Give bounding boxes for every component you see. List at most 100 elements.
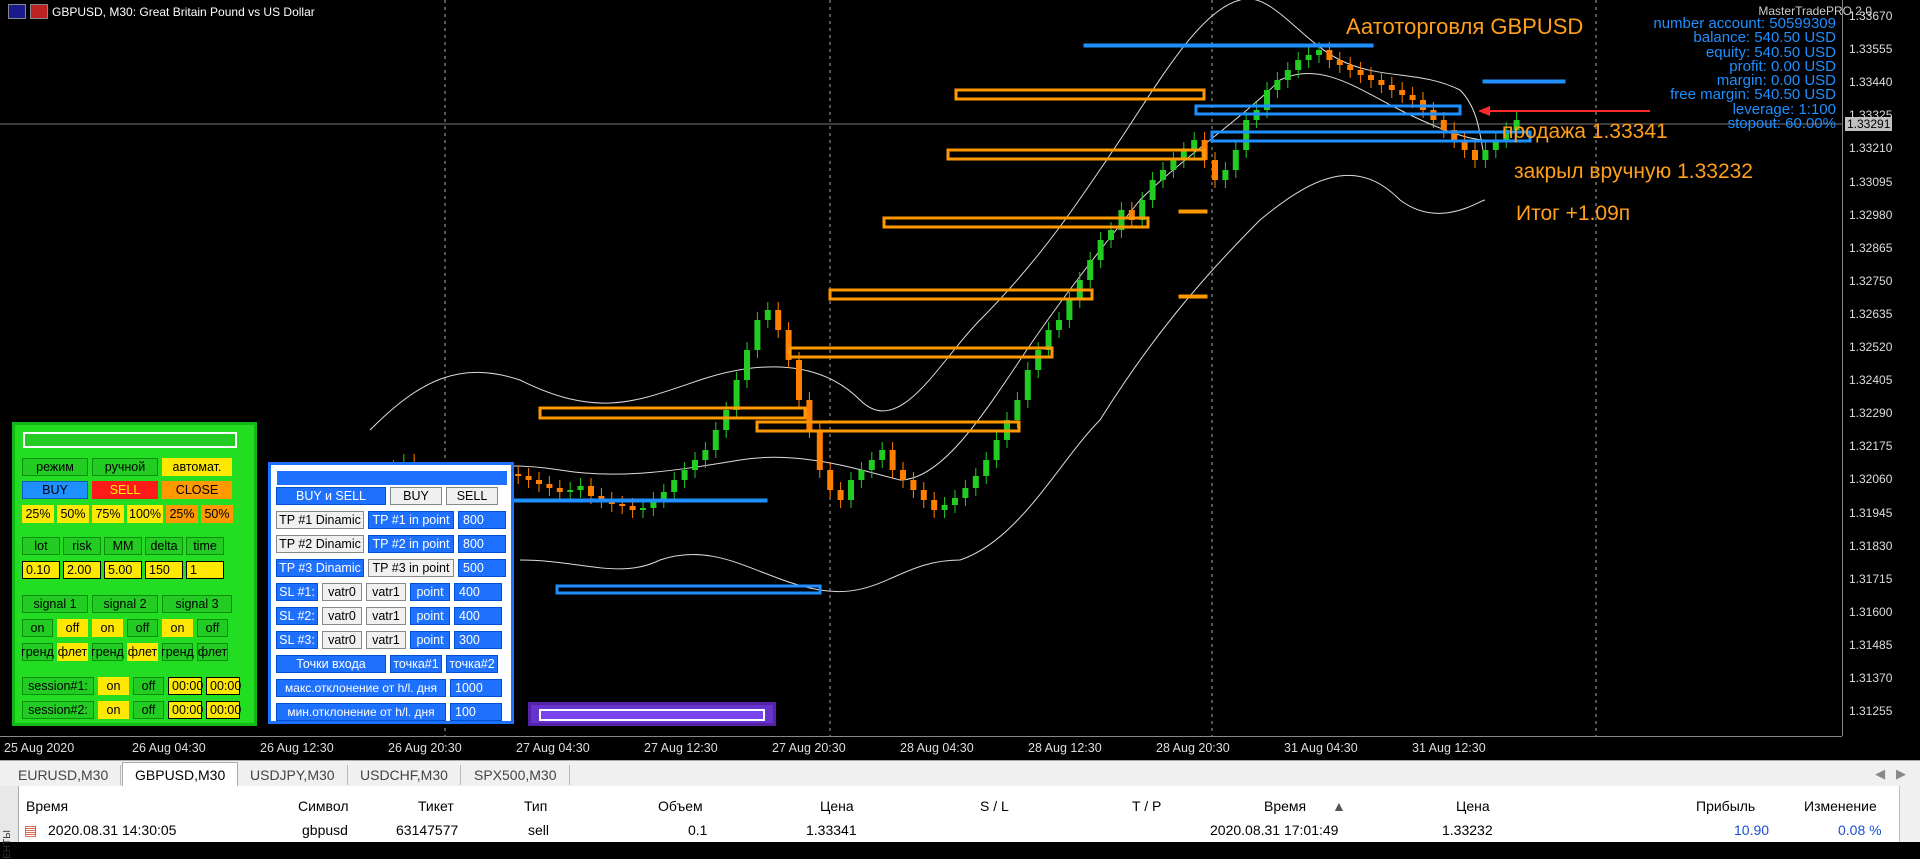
tab-spx500[interactable]: SPX500,M30 bbox=[462, 765, 570, 785]
signal-3-off-button[interactable]: off bbox=[197, 619, 228, 637]
tp3-value-input[interactable]: 500 bbox=[458, 559, 506, 577]
sl2-vatr1-button[interactable]: vatr1 bbox=[366, 607, 406, 625]
col-profit[interactable]: Прибыль bbox=[1696, 798, 1755, 814]
tp2-point-button[interactable]: TP #2 in point bbox=[368, 535, 454, 553]
mm-input[interactable]: 5.00 bbox=[104, 561, 142, 579]
tp3-point-button[interactable]: TP #3 in point bbox=[368, 559, 454, 577]
support-zone bbox=[1482, 79, 1566, 84]
entry-point-1-button[interactable]: точка#1 bbox=[390, 655, 442, 673]
close-button[interactable]: CLOSE bbox=[162, 481, 232, 499]
session-1-start-input[interactable]: 00:00 bbox=[168, 677, 203, 695]
signal-1-flat-button[interactable]: флет bbox=[57, 643, 88, 661]
support-zone bbox=[1210, 130, 1532, 143]
sell-button[interactable]: SELL bbox=[92, 481, 158, 499]
signal-3-trend-button[interactable]: гренд bbox=[161, 643, 194, 661]
mode-label: режим bbox=[22, 458, 88, 476]
col-symbol[interactable]: Символ bbox=[298, 798, 348, 814]
signal-3-on-button[interactable]: on bbox=[162, 619, 193, 637]
sl1-value-input[interactable]: 400 bbox=[454, 583, 502, 601]
cell-ticket: 63147577 bbox=[396, 822, 459, 838]
pct-75-button[interactable]: 75% bbox=[92, 505, 124, 523]
col-tp[interactable]: T / P bbox=[1132, 798, 1161, 814]
close-pct-50-button[interactable]: 50% bbox=[201, 505, 233, 523]
lot-input[interactable]: 0.10 bbox=[22, 561, 60, 579]
pct-100-button[interactable]: 100% bbox=[127, 505, 163, 523]
signal-2-on-button[interactable]: on bbox=[92, 619, 123, 637]
signal-1-trend-button[interactable]: гренд bbox=[21, 643, 54, 661]
pct-25-button[interactable]: 25% bbox=[22, 505, 54, 523]
sl3-vatr0-button[interactable]: vatr0 bbox=[322, 631, 362, 649]
lot-label: lot bbox=[22, 537, 60, 555]
col-change[interactable]: Изменение bbox=[1804, 798, 1877, 814]
buy-only-button[interactable]: BUY bbox=[390, 487, 442, 505]
signal-3-flat-button[interactable]: флет bbox=[197, 643, 228, 661]
manual-mode-button[interactable]: ручной bbox=[92, 458, 158, 476]
col-ticket[interactable]: Тикет bbox=[418, 798, 454, 814]
session-1-off-button[interactable]: off bbox=[133, 677, 164, 695]
session-1-on-button[interactable]: on bbox=[98, 677, 129, 695]
candle-body bbox=[525, 476, 532, 480]
tp2-dynamic-button[interactable]: TP #2 Dinamic bbox=[276, 535, 364, 553]
table-scrollbar[interactable] bbox=[1899, 786, 1920, 842]
delta-input[interactable]: 150 bbox=[145, 561, 183, 579]
tab-scroll-arrows[interactable]: ◀ ▶ bbox=[1875, 766, 1906, 782]
signal-2-trend-button[interactable]: гренд bbox=[91, 643, 124, 661]
tp1-dynamic-button[interactable]: TP #1 Dinamic bbox=[276, 511, 364, 529]
panel-title-bar[interactable] bbox=[277, 471, 507, 485]
tp1-point-button[interactable]: TP #1 in point bbox=[368, 511, 454, 529]
time-tick: 25 Aug 2020 bbox=[4, 741, 75, 755]
col-open-time[interactable]: Время bbox=[26, 798, 68, 814]
tab-eurusd[interactable]: EURUSD,M30 bbox=[6, 765, 122, 785]
sl2-point-button[interactable]: point bbox=[410, 607, 450, 625]
session-2-end-input[interactable]: 00:00 bbox=[206, 701, 241, 719]
col-close-time[interactable]: Время bbox=[1264, 798, 1306, 814]
sell-only-button[interactable]: SELL bbox=[446, 487, 498, 505]
sl1-point-button[interactable]: point bbox=[410, 583, 450, 601]
tp3-dynamic-button[interactable]: TP #3 Dinamic bbox=[276, 559, 364, 577]
table-row[interactable]: ▤ 2020.08.31 14:30:05 gbpusd 63147577 se… bbox=[18, 818, 1900, 842]
signal-2-flat-button[interactable]: флет bbox=[127, 643, 158, 661]
candle-body bbox=[1326, 50, 1333, 60]
sl2-vatr0-button[interactable]: vatr0 bbox=[322, 607, 362, 625]
time-input[interactable]: 1 bbox=[186, 561, 224, 579]
session-2-on-button[interactable]: on bbox=[98, 701, 129, 719]
col-sl[interactable]: S / L bbox=[980, 798, 1009, 814]
col-volume[interactable]: Объем bbox=[658, 798, 703, 814]
tp2-value-input[interactable]: 800 bbox=[458, 535, 506, 553]
signal-1-on-button[interactable]: on bbox=[22, 619, 53, 637]
panel-title-bar[interactable] bbox=[23, 432, 237, 448]
risk-input[interactable]: 2.00 bbox=[63, 561, 101, 579]
session-2-off-button[interactable]: off bbox=[133, 701, 164, 719]
sl3-value-input[interactable]: 300 bbox=[454, 631, 502, 649]
pct-50-button[interactable]: 50% bbox=[57, 505, 89, 523]
toolbox-side-tab[interactable]: ЕНТЫ bbox=[0, 786, 19, 859]
tab-usdchf[interactable]: USDCHF,M30 bbox=[348, 765, 461, 785]
sl1-vatr0-button[interactable]: vatr0 bbox=[322, 583, 362, 601]
chart-area[interactable]: GBPUSD, M30: Great Britain Pound vs US D… bbox=[0, 0, 1920, 760]
max-deviation-input[interactable]: 1000 bbox=[450, 679, 502, 697]
buy-and-sell-button[interactable]: BUY и SELL bbox=[276, 487, 386, 505]
buy-button[interactable]: BUY bbox=[22, 481, 88, 499]
signal-1-off-button[interactable]: off bbox=[57, 619, 88, 637]
entry-point-2-button[interactable]: точка#2 bbox=[446, 655, 498, 673]
session-1-end-input[interactable]: 00:00 bbox=[206, 677, 241, 695]
tp1-value-input[interactable]: 800 bbox=[458, 511, 506, 529]
resistance-zone bbox=[954, 88, 1206, 101]
session-2-start-input[interactable]: 00:00 bbox=[168, 701, 203, 719]
col-type[interactable]: Тип bbox=[524, 798, 547, 814]
col-close-price[interactable]: Цена bbox=[1456, 798, 1490, 814]
signal-2-off-button[interactable]: off bbox=[127, 619, 158, 637]
price-tick: 1.31485 bbox=[1849, 637, 1893, 652]
purple-status-bar[interactable] bbox=[528, 702, 776, 726]
sl3-point-button[interactable]: point bbox=[410, 631, 450, 649]
sl1-vatr1-button[interactable]: vatr1 bbox=[366, 583, 406, 601]
auto-mode-button[interactable]: автомат. bbox=[162, 458, 232, 476]
min-deviation-input[interactable]: 100 bbox=[450, 703, 502, 721]
col-price[interactable]: Цена bbox=[820, 798, 854, 814]
tab-usdjpy[interactable]: USDJPY,M30 bbox=[238, 765, 348, 785]
lower-band bbox=[519, 174, 1486, 592]
sl3-vatr1-button[interactable]: vatr1 bbox=[366, 631, 406, 649]
tab-gbpusd[interactable]: GBPUSD,M30 bbox=[122, 762, 239, 787]
close-pct-25-button[interactable]: 25% bbox=[166, 505, 198, 523]
sl2-value-input[interactable]: 400 bbox=[454, 607, 502, 625]
